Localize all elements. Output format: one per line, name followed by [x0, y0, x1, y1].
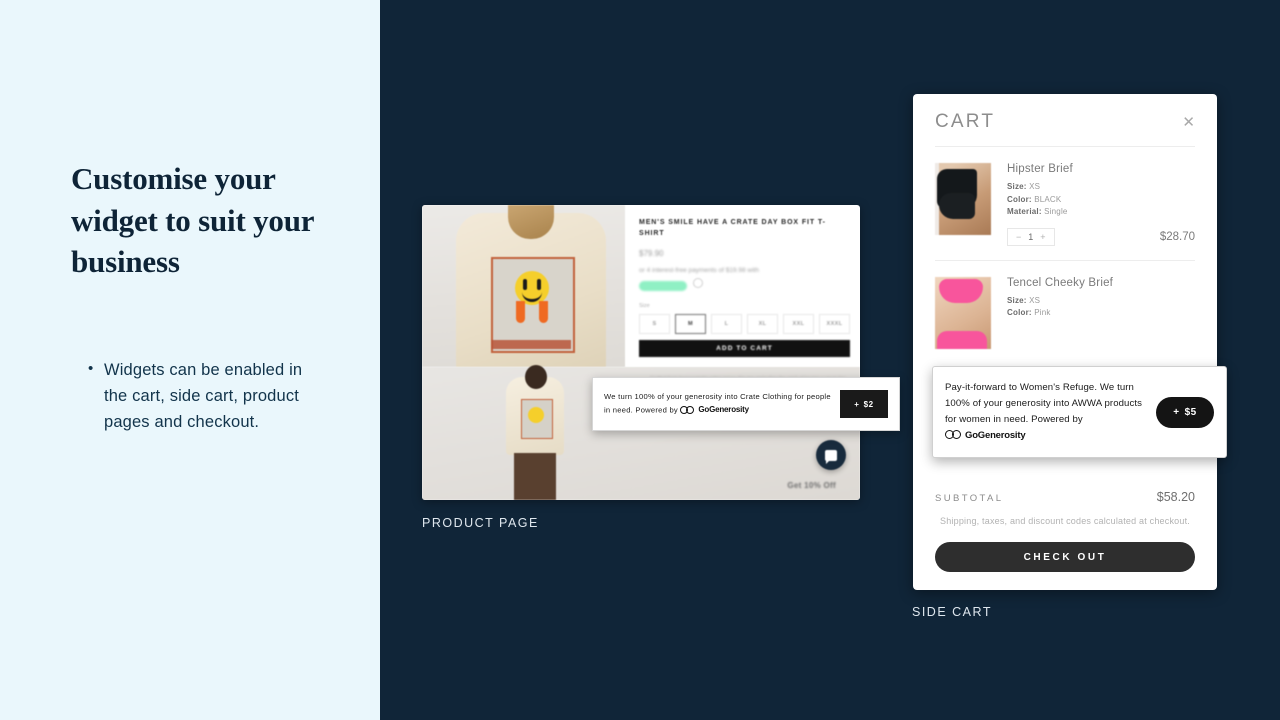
generosity-popup-text: Pay-it-forward to Women's Refuge. We tur… — [945, 380, 1148, 444]
quantity-stepper[interactable]: − 1 + — [1007, 227, 1055, 246]
size-option-xxl[interactable]: XXL — [783, 314, 814, 334]
gogenerosity-wordmark: GoGenerosity — [965, 429, 1026, 441]
size-option-m[interactable]: M — [675, 314, 706, 334]
cart-note: Shipping, taxes, and discount codes calc… — [940, 516, 1190, 526]
smiley-graphic-icon — [515, 271, 549, 305]
generosity-popup-copy: Pay-it-forward to Women's Refuge. We tur… — [945, 382, 1143, 425]
attribute-material: Material: Single — [1007, 207, 1068, 216]
infinity-loop-icon — [945, 430, 962, 440]
caption-side-cart: SIDE CART — [912, 605, 992, 619]
cart-title: CART — [935, 111, 996, 132]
chat-widget-icon[interactable] — [816, 440, 846, 470]
promo-label[interactable]: Get 10% Off — [787, 481, 836, 490]
product-thumbnail[interactable] — [935, 276, 991, 349]
product-thumbnail[interactable] — [935, 163, 991, 235]
subtotal-label: SUBTOTAL — [935, 493, 1004, 504]
page-title: Customise your widget to suit your busin… — [71, 161, 314, 279]
close-icon[interactable]: ✕ — [1182, 115, 1195, 130]
size-option-s[interactable]: S — [639, 314, 670, 334]
infinity-loop-icon — [680, 405, 695, 415]
gogenerosity-wordmark: GoGenerosity — [698, 404, 749, 414]
cart-item-attributes: Size: XS Color: BLACK Material: Single — [1007, 181, 1195, 219]
subtotal-value: $58.20 — [1156, 490, 1195, 504]
product-price: $79.90 — [639, 249, 664, 258]
donate-amount: $2 — [863, 399, 874, 409]
cart-item-controls: − 1 + $28.70 — [1007, 227, 1195, 246]
donate-2-button[interactable]: + $2 — [840, 390, 888, 418]
product-hero-row: MEN'S SMILE HAVE A CRATE DAY BOX FIT T-S… — [422, 205, 860, 367]
cart-item-price: $28.70 — [1159, 230, 1195, 243]
quantity-increase-button[interactable]: + — [1040, 232, 1045, 242]
cart-item-name: Tencel Cheeky Brief — [1007, 276, 1114, 289]
cart-header: CART ✕ — [913, 94, 1217, 133]
checkout-button[interactable]: CHECK OUT — [935, 542, 1195, 572]
donate-amount: $5 — [1184, 406, 1197, 418]
caption-product-page: PRODUCT PAGE — [422, 516, 539, 530]
size-label: Size — [639, 303, 650, 309]
attribute-size: Size: XS — [1007, 182, 1041, 191]
quantity-decrease-button[interactable]: − — [1016, 232, 1021, 242]
product-details: MEN'S SMILE HAVE A CRATE DAY BOX FIT T-S… — [625, 205, 860, 367]
cart-line-item: Tencel Cheeky Brief Size: XS Color: Pink — [913, 261, 1217, 349]
list-item: Widgets can be enabled in the cart, side… — [86, 356, 316, 435]
plus-icon: + — [1173, 406, 1180, 418]
size-selector[interactable]: S M L XL XXL XXXL — [639, 314, 850, 334]
product-page-mockup: MEN'S SMILE HAVE A CRATE DAY BOX FIT T-S… — [422, 205, 860, 500]
installment-text: or 4 interest-free payments of $19.98 wi… — [639, 267, 759, 274]
generosity-banner-text: We turn 100% of your generosity into Cra… — [604, 391, 834, 416]
cart-item-attributes: Size: XS Color: Pink — [1007, 295, 1195, 320]
add-to-cart-button[interactable]: ADD TO CART — [639, 340, 850, 357]
size-option-l[interactable]: L — [711, 314, 742, 334]
cart-item-name: Hipster Brief — [1007, 163, 1073, 175]
cart-line-item: Hipster Brief Size: XS Color: BLACK Mate… — [913, 147, 1217, 246]
gogenerosity-logo: GoGenerosity — [945, 428, 1026, 444]
subtotal-row: SUBTOTAL $58.20 — [935, 480, 1195, 504]
smiley-graphic-icon — [528, 407, 544, 423]
info-icon[interactable] — [693, 277, 703, 288]
attribute-size: Size: XS — [1007, 295, 1041, 305]
feature-bullet-list: Widgets can be enabled in the cart, side… — [86, 356, 316, 435]
donate-5-button[interactable]: + $5 — [1156, 396, 1214, 428]
size-option-xl[interactable]: XL — [747, 314, 778, 334]
left-content-panel: Customise your widget to suit your busin… — [0, 0, 380, 720]
product-photo — [422, 205, 625, 367]
side-cart-mockup: CART ✕ Hipster Brief Size: XS Color: BLA… — [913, 94, 1217, 590]
quantity-value: 1 — [1028, 231, 1034, 242]
generosity-widget-side-cart: Pay-it-forward to Women's Refuge. We tur… — [932, 366, 1227, 458]
product-title: MEN'S SMILE HAVE A CRATE DAY BOX FIT T-S… — [639, 219, 826, 237]
gogenerosity-logo: GoGenerosity — [680, 404, 749, 417]
plus-icon: + — [854, 399, 860, 409]
generosity-widget-product-page: We turn 100% of your generosity into Cra… — [592, 377, 900, 431]
cart-item-details: Tencel Cheeky Brief Size: XS Color: Pink — [991, 277, 1195, 349]
slide-canvas: Customise your widget to suit your busin… — [0, 0, 1280, 720]
cart-item-details: Hipster Brief Size: XS Color: BLACK Mate… — [991, 163, 1195, 246]
attribute-color: Color: BLACK — [1007, 194, 1062, 204]
afterpay-badge — [639, 281, 687, 292]
cart-footer: SUBTOTAL $58.20 Shipping, taxes, and dis… — [913, 480, 1217, 590]
size-option-xxxl[interactable]: XXXL — [819, 314, 850, 334]
attribute-color: Color: Pink — [1007, 308, 1051, 317]
